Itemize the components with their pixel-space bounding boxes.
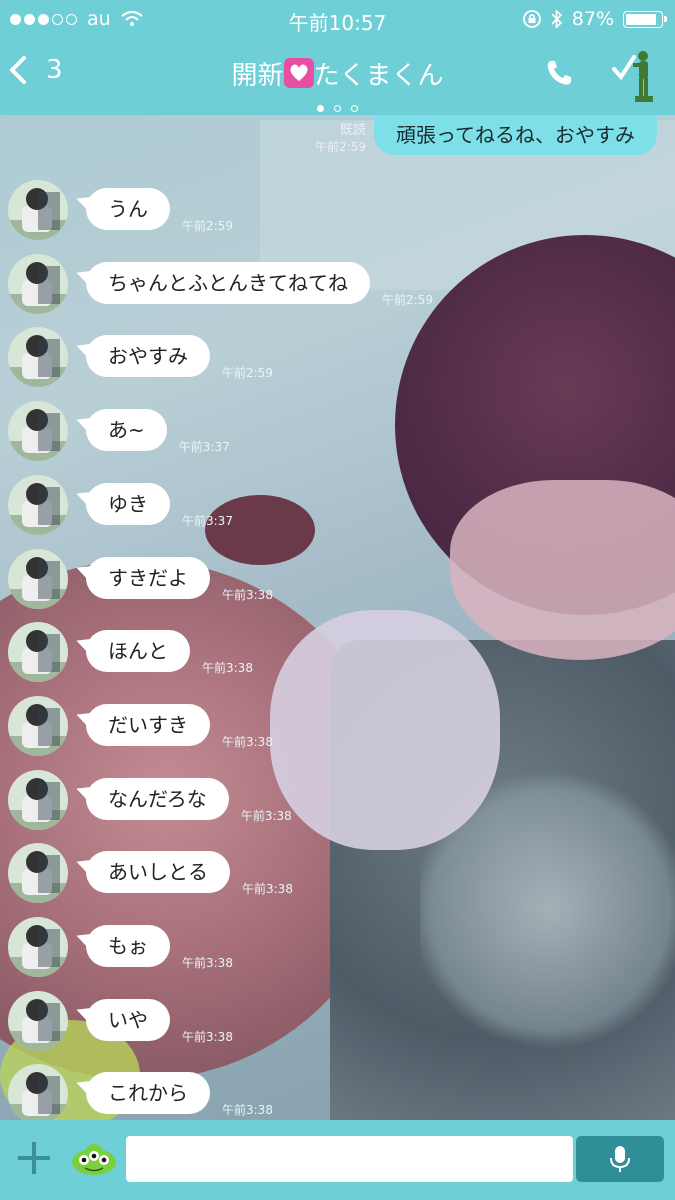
- avatar[interactable]: [8, 917, 68, 977]
- message-time: 午前2:59: [315, 140, 366, 154]
- received-message: これから 午前3:38: [8, 1064, 273, 1125]
- notes-button[interactable]: [611, 47, 661, 111]
- message-time: 午前3:38: [202, 661, 253, 676]
- message-time: 午前3:38: [222, 587, 273, 602]
- received-message: なんだろな 午前3:38: [8, 769, 292, 830]
- received-message: うん 午前2:59: [8, 180, 233, 240]
- title-suffix: たくまくん: [313, 61, 444, 91]
- message-time: 午前2:59: [182, 219, 233, 233]
- received-bubble[interactable]: おやすみ: [86, 335, 210, 378]
- battery-icon: [623, 10, 667, 28]
- received-bubble[interactable]: だいすき: [86, 703, 210, 746]
- chat-header: au 午前10:57 87% 3 開新 たくまくん: [0, 0, 675, 115]
- received-message: だいすき 午前3:38: [8, 695, 273, 756]
- mic-button[interactable]: [576, 1136, 664, 1182]
- avatar[interactable]: [8, 253, 68, 314]
- call-button[interactable]: [543, 57, 575, 93]
- received-bubble[interactable]: ほんと: [86, 630, 190, 673]
- received-message: ほんと 午前3:38: [8, 622, 253, 683]
- received-bubble[interactable]: あいしとる: [86, 851, 230, 894]
- message-input-bar: [0, 1120, 675, 1200]
- received-bubble[interactable]: なんだろな: [86, 777, 229, 820]
- alien-sticker-icon[interactable]: [70, 1140, 118, 1178]
- avatar[interactable]: [8, 990, 68, 1051]
- plus-icon[interactable]: [16, 1140, 52, 1176]
- page-indicator: [0, 105, 675, 112]
- received-bubble[interactable]: ゆき: [86, 482, 170, 525]
- message-time: 午前3:38: [222, 1103, 273, 1118]
- received-message: あ~ 午前3:37: [8, 401, 230, 462]
- received-bubble[interactable]: これから: [86, 1072, 210, 1115]
- avatar[interactable]: [8, 401, 68, 462]
- message-time: 午前3:38: [222, 734, 273, 749]
- heart-emoji-icon: [283, 58, 314, 88]
- message-time: 午前3:38: [182, 1029, 233, 1044]
- avatar[interactable]: [8, 474, 68, 535]
- received-message: ちゃんとふとんきてねてね 午前2:59: [8, 253, 433, 314]
- received-bubble[interactable]: あ~: [86, 409, 167, 452]
- avatar[interactable]: [8, 180, 68, 240]
- avatar[interactable]: [8, 327, 68, 388]
- received-bubble[interactable]: ちゃんとふとんきてねてね: [86, 261, 370, 304]
- phone-icon: [547, 61, 571, 85]
- avatar[interactable]: [8, 843, 68, 904]
- read-receipt: 既読: [339, 123, 366, 138]
- title-prefix: 開新: [231, 61, 284, 91]
- received-message: もぉ 午前3:38: [8, 917, 233, 977]
- rotation-lock-icon: [522, 10, 541, 28]
- toy-soldier-icon: [612, 51, 653, 102]
- battery-percent: 87%: [571, 8, 614, 30]
- received-bubble[interactable]: すきだよ: [86, 556, 210, 599]
- message-time: 午前3:38: [242, 882, 293, 897]
- avatar[interactable]: [8, 548, 68, 609]
- avatar[interactable]: [8, 695, 68, 756]
- received-message: いや 午前3:38: [8, 990, 233, 1051]
- received-bubble[interactable]: いや: [86, 998, 170, 1041]
- avatar[interactable]: [8, 1064, 68, 1125]
- received-message: ゆき 午前3:37: [8, 474, 233, 535]
- microphone-icon: [610, 1146, 630, 1172]
- message-time: 午前3:37: [182, 513, 233, 528]
- message-time: 午前2:59: [382, 292, 433, 307]
- sent-bubble[interactable]: 頑張ってねるね、おやすみ: [374, 115, 657, 155]
- message-time: 午前3:38: [240, 808, 292, 823]
- message-time: 午前2:59: [222, 366, 273, 381]
- bluetooth-icon: [551, 9, 562, 29]
- received-message: おやすみ 午前2:59: [8, 327, 273, 388]
- received-bubble[interactable]: うん: [86, 188, 170, 230]
- message-time: 午前3:37: [178, 440, 230, 455]
- message-time: 午前3:38: [182, 956, 233, 970]
- message-input[interactable]: [126, 1136, 573, 1182]
- received-bubble[interactable]: もぉ: [86, 925, 170, 967]
- received-message: すきだよ 午前3:38: [8, 548, 273, 609]
- avatar[interactable]: [8, 769, 68, 830]
- status-bar: au 午前10:57 87%: [0, 0, 675, 38]
- message-list[interactable]: 既読 午前2:59 頑張ってねるね、おやすみ うん 午前2:59 ちゃんとふとんきて…: [0, 115, 675, 1125]
- received-message: あいしとる 午前3:38: [8, 843, 293, 904]
- avatar[interactable]: [8, 622, 68, 683]
- sent-message: 既読 午前2:59 頑張ってねるね、おやすみ: [315, 115, 657, 155]
